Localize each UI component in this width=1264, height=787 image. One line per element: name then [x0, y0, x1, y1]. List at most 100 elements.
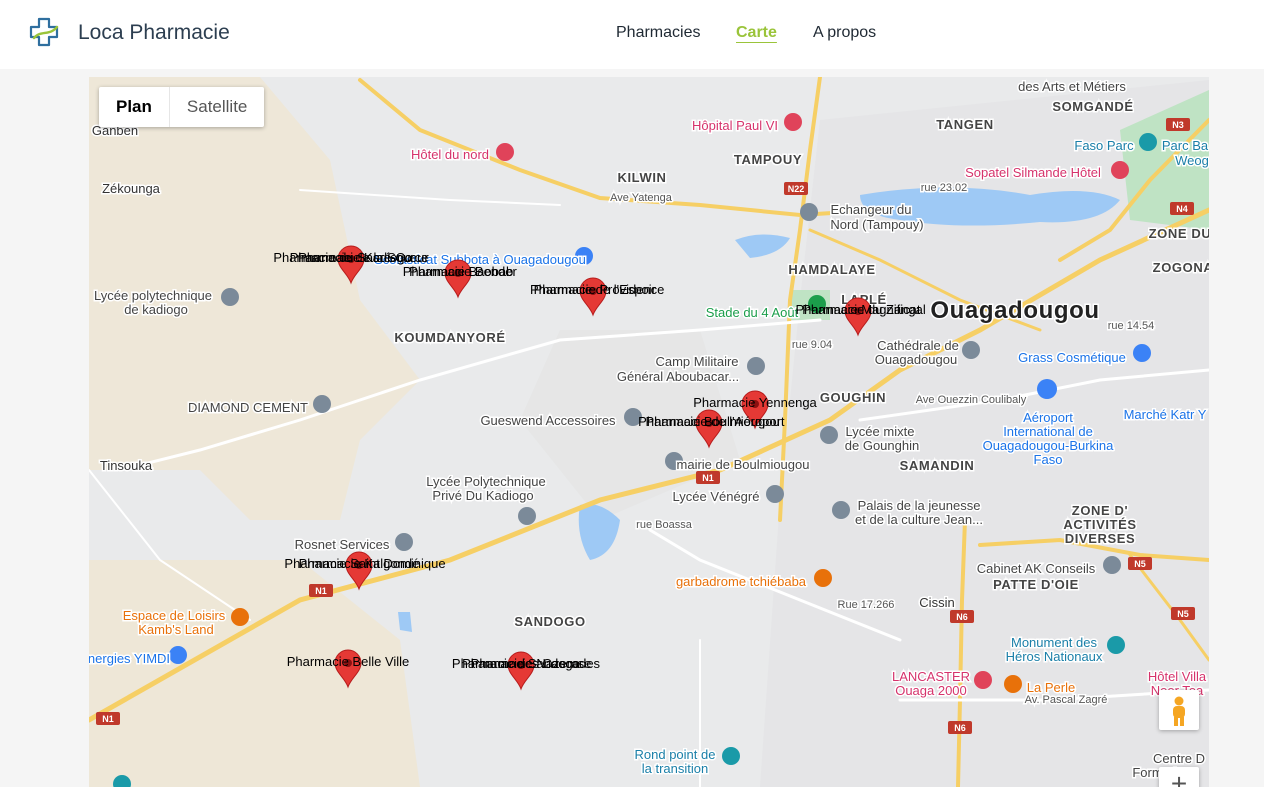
- shopping-poi-icon: [1133, 344, 1151, 362]
- road-shield-label: N3: [1172, 120, 1184, 130]
- map-place-label: Tinsouka: [100, 458, 153, 473]
- map-place-label: Ave Ouezzin Coulibaly: [916, 394, 1027, 406]
- map-place-label: SANDOGO: [514, 614, 585, 629]
- road-shield: N6: [948, 721, 972, 734]
- map-place-label: SAMANDIN: [900, 458, 975, 473]
- nav-apropos-link[interactable]: A propos: [813, 24, 876, 42]
- map-place-label: Cathédrale de: [877, 338, 959, 353]
- map-place-label: de kadiogo: [124, 302, 188, 317]
- map-place-label: Aéroport: [1023, 410, 1073, 425]
- road-shield: N22: [784, 182, 808, 195]
- pharmacy-marker-label: Pharmacie Nazemse: [471, 656, 592, 671]
- map-place-label: de Gounghin: [845, 438, 919, 453]
- map-place-label: rue Boassa: [636, 519, 693, 531]
- pharmacy-marker[interactable]: Pharmacie SandogoPharmacie des CascadesP…: [452, 651, 601, 691]
- place-poi-icon: [832, 501, 850, 519]
- place-poi-icon: [395, 533, 413, 551]
- road-shield: N5: [1171, 607, 1195, 620]
- map-place-label: rue 9.04: [792, 339, 832, 351]
- map-place-label: Faso Parc: [1074, 138, 1134, 153]
- pharmacy-marker-label: Pharmacie Saint Dominique: [284, 556, 445, 571]
- road-shield: N5: [1128, 557, 1152, 570]
- map-place-label: Kamb's Land: [138, 622, 213, 637]
- map-place-label: Av. Pascal Zagré: [1025, 694, 1108, 706]
- hospital-poi-icon: [784, 113, 802, 131]
- map-place-label: KILWIN: [617, 170, 666, 185]
- map-place-label: Marché Katr Y: [1124, 407, 1207, 422]
- map-place-label: ZONE DU: [1149, 226, 1209, 241]
- pharmacy-marker-label: Pharmacie du Zangal: [802, 302, 926, 317]
- pharmacy-map[interactable]: N22 N3 N4 N1 N1 N1 N6 N6 N5 N5 Ganben Hô…: [89, 77, 1209, 787]
- pharmacy-cross-logo-icon: [29, 17, 59, 47]
- map-place-label: ACTIVITÉS: [1063, 517, 1136, 532]
- map-place-label: garbadrome tchiébaba: [676, 574, 807, 589]
- school-poi-icon: [766, 485, 784, 503]
- monument-poi-icon: [722, 747, 740, 765]
- road-shield-label: N4: [1176, 204, 1188, 214]
- map-place-label: ZOGONA: [1153, 260, 1209, 275]
- map-place-label: KOUMDANYORÉ: [394, 330, 505, 345]
- zoom-in-button[interactable]: +: [1159, 767, 1199, 787]
- app-brand-name[interactable]: Loca Pharmacie: [78, 21, 230, 45]
- map-place-label: Hôpital Paul VI: [692, 118, 778, 133]
- map-canvas[interactable]: N22N3N4N1N1N1N6N6N5N5 GanbenHôtel du nor…: [89, 77, 1209, 787]
- map-place-label: Ouagadougou: [875, 352, 957, 367]
- pharmacy-marker-label: Pharmacie Providence: [534, 282, 665, 297]
- road-shield: N6: [950, 610, 974, 623]
- hotel-poi-icon: [974, 671, 992, 689]
- road-shield-label: N1: [315, 586, 327, 596]
- hotel-poi-icon: [496, 143, 514, 161]
- restaurant-poi-icon: [814, 569, 832, 587]
- road-shield: N3: [1166, 118, 1190, 131]
- street-view-pegman-button[interactable]: [1159, 690, 1199, 730]
- map-place-label: des Arts et Métiers: [1018, 79, 1126, 94]
- map-place-label: Centre D: [1153, 751, 1205, 766]
- map-place-label: International de: [1003, 424, 1093, 439]
- map-type-control: Plan Satellite: [99, 87, 265, 127]
- map-place-label: Lycée polytechnique: [94, 288, 212, 303]
- map-place-label: DIVERSES: [1065, 531, 1136, 546]
- nav-carte-link[interactable]: Carte: [736, 24, 777, 42]
- map-place-label: Général Aboubacar...: [617, 369, 739, 384]
- map-place-label: Weog: [1175, 153, 1209, 168]
- map-place-label: nergies YIMDI: [89, 651, 170, 666]
- map-place-label: la transition: [642, 761, 708, 776]
- map-place-label: Monument des: [1011, 635, 1097, 650]
- map-place-label: Cabinet AK Conseils: [977, 561, 1096, 576]
- map-place-label: Parc Ba: [1162, 138, 1209, 153]
- map-place-label: Lycée mixte: [846, 424, 915, 439]
- place-poi-icon: [800, 203, 818, 221]
- map-place-label: Lycée Vénégré: [673, 489, 760, 504]
- map-place-label: Privé Du Kadiogo: [432, 488, 533, 503]
- school-poi-icon: [518, 507, 536, 525]
- map-place-label: Nord (Tampouy): [830, 217, 923, 232]
- nav-pharmacies-link[interactable]: Pharmacies: [616, 24, 700, 42]
- map-place-label: Cissin: [919, 595, 954, 610]
- map-place-label: ZONE D': [1072, 503, 1128, 518]
- map-place-label: Ouagadougou-Burkina: [983, 438, 1115, 453]
- map-place-label: Sopatel Silmande Hôtel: [965, 165, 1101, 180]
- map-type-satellite-button[interactable]: Satellite: [168, 87, 264, 127]
- pharmacy-marker-label: Pharmacie de la Source: [290, 250, 429, 265]
- map-place-label: Zékounga: [102, 181, 161, 196]
- map-place-label: Ave Yatenga: [610, 192, 673, 204]
- road-shield: N1: [96, 712, 120, 725]
- map-place-label: Ouaga 2000: [895, 683, 967, 698]
- road-shield-label: N6: [956, 612, 968, 622]
- map-place-label: Héros Nationaux: [1006, 649, 1103, 664]
- road-shield: N1: [309, 584, 333, 597]
- map-place-label: rue 23.02: [921, 182, 967, 194]
- map-place-label: LANCASTER: [892, 669, 970, 684]
- hotel-poi-icon: [1111, 161, 1129, 179]
- pharmacy-marker[interactable]: Pharmacie BaobabPharmacie Bender: [403, 259, 518, 299]
- map-place-label: Hôtel Villa: [1148, 669, 1207, 684]
- pharmacy-marker[interactable]: Pharmacie de l'EspoirPharmacie Providenc…: [530, 277, 665, 317]
- map-place-label: Rosnet Services: [295, 537, 390, 552]
- pharmacy-marker-label: Pharmacie Yennenga: [693, 395, 817, 410]
- map-place-label: Faso: [1034, 452, 1063, 467]
- map-place-label: TANGEN: [936, 117, 994, 132]
- road-shield-label: N1: [102, 714, 114, 724]
- map-type-plan-button[interactable]: Plan: [99, 87, 169, 127]
- airport-poi-icon: [1037, 379, 1057, 399]
- map-place-label: HAMDALAYE: [788, 262, 875, 277]
